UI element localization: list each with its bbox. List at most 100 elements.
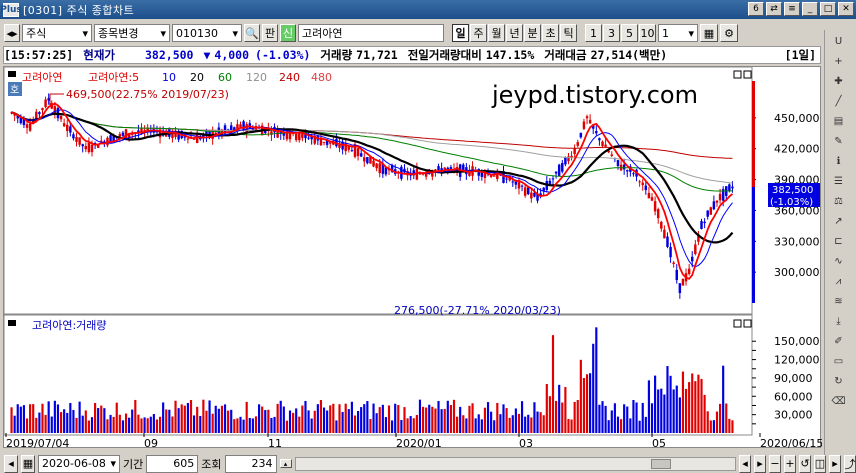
volume-bar — [276, 403, 279, 433]
interval-button-3[interactable]: 3 — [603, 24, 620, 42]
spin-up-icon[interactable]: ▴ — [279, 459, 292, 468]
zoom-in-icon[interactable]: + — [784, 454, 796, 473]
volume-bar — [663, 394, 666, 433]
volume-bar — [214, 405, 217, 433]
volume-label: 거래량 — [320, 48, 353, 62]
wave-icon[interactable]: ∿ — [828, 252, 850, 271]
candle-body — [366, 157, 369, 164]
measure-icon[interactable]: ⊏ — [828, 232, 850, 251]
interval-button-10[interactable]: 10 — [639, 24, 656, 42]
period-input[interactable]: 605 — [146, 454, 199, 473]
volume-bar — [691, 373, 694, 433]
period-tab-3[interactable]: 년 — [506, 24, 523, 42]
scroll-end-icon[interactable]: ▸ — [829, 454, 841, 473]
volume-bar — [372, 403, 375, 433]
interval-button-5[interactable]: 5 — [621, 24, 638, 42]
scroll-left-icon[interactable]: ◂ — [4, 454, 18, 473]
zigzag-icon[interactable]: ⩘ — [828, 272, 850, 291]
chart-svg[interactable]: 고려아연 고려아연:5 10 20 60 120 240 480 호 469,5… — [3, 66, 823, 450]
settings-icon[interactable]: ≡ — [784, 2, 800, 16]
export-icon[interactable]: ⤴ — [844, 454, 856, 473]
volume-bar — [19, 406, 22, 433]
crosshair-icon[interactable]: ✚ — [828, 72, 850, 91]
scrollbar-thumb[interactable] — [650, 458, 671, 469]
screen-number-badge[interactable]: 6 — [748, 2, 764, 16]
x-tick-label: 03 — [519, 437, 533, 449]
volume-bar — [613, 403, 616, 433]
drawing-icon[interactable]: ✐ — [828, 332, 850, 351]
price-scroll-down-bar[interactable] — [752, 187, 755, 303]
calendar-icon[interactable]: ▦ — [21, 454, 35, 473]
link-icon[interactable]: ⇄ — [766, 2, 782, 16]
prev-volume-pct: 147.15% — [485, 48, 535, 62]
volume-bar — [38, 412, 41, 433]
scroll-right-btn[interactable]: ▸ — [754, 454, 766, 473]
volume-bar — [168, 409, 171, 433]
zoom-out-icon[interactable]: − — [769, 454, 781, 473]
period-tab-2[interactable]: 월 — [488, 24, 505, 42]
new-button[interactable]: 신 — [280, 24, 296, 42]
period-tab-4[interactable]: 분 — [524, 24, 541, 42]
eraser-icon[interactable]: ⌫ — [828, 392, 850, 411]
volume-bar — [217, 408, 220, 433]
search-icon[interactable]: 🔍 — [244, 24, 260, 42]
candle-body — [551, 178, 555, 180]
gear-icon[interactable]: ⚙ — [720, 24, 738, 42]
view-count-input[interactable]: 234 — [224, 454, 277, 473]
volume-bar — [223, 404, 227, 433]
legend-stock-name: 고려아연 — [22, 71, 62, 84]
indicator-icon[interactable]: ℹ — [828, 152, 850, 171]
volume-bar — [121, 420, 125, 433]
market-select[interactable]: 주식 ▾ — [22, 24, 92, 42]
panel-handle-icon[interactable] — [8, 320, 16, 326]
quote-change: 4,000 — [214, 48, 250, 62]
volume-bar — [638, 420, 641, 433]
date-input[interactable]: 2020-06-08 ▾ — [38, 454, 120, 473]
period-tab-5[interactable]: 초 — [542, 24, 559, 42]
span-label[interactable]: [1일] — [785, 47, 816, 63]
restore-icon[interactable]: ↺ — [799, 454, 811, 473]
volume-bar — [480, 419, 483, 433]
candle-body — [344, 142, 347, 152]
fit-icon[interactable]: ◫ — [814, 454, 826, 473]
volume-bar — [47, 401, 50, 433]
volume-bar — [63, 409, 66, 433]
pan-button[interactable]: 판 — [262, 24, 278, 42]
horizontal-scrollbar[interactable] — [294, 456, 736, 471]
compare-icon[interactable]: ⚖ — [828, 192, 850, 211]
note-icon[interactable]: ▭ — [828, 352, 850, 371]
code-input[interactable]: 010130 ▾ — [172, 24, 242, 42]
candle-body — [87, 142, 91, 153]
prev-arrow-icon[interactable]: ◂▸ — [4, 24, 20, 42]
volume-bar — [397, 405, 400, 433]
volume-bar — [344, 403, 347, 433]
panel-handle-icon[interactable] — [8, 71, 16, 77]
pencil-icon[interactable]: ✎ — [828, 132, 850, 151]
volume-tick-label: 150,000 — [774, 335, 820, 348]
volume-bar — [248, 417, 251, 433]
maximize-icon[interactable]: □ — [820, 2, 836, 16]
plus-tool-icon[interactable]: + — [828, 52, 850, 71]
scroll-left-btn[interactable]: ◂ — [739, 454, 751, 473]
interval-button-1[interactable]: 1 — [585, 24, 602, 42]
refresh-icon[interactable]: ↻ — [828, 372, 850, 391]
search-mode-select[interactable]: 종목변경 ▾ — [94, 24, 170, 42]
minimize-icon[interactable]: _ — [802, 2, 818, 16]
trendline-icon[interactable]: ╱ — [828, 92, 850, 111]
period-tab-6[interactable]: 틱 — [560, 24, 577, 42]
chart-type-icon[interactable]: ▤ — [828, 112, 850, 131]
count-select[interactable]: 1 ▾ — [658, 24, 698, 42]
list-icon[interactable]: ☰ — [828, 172, 850, 191]
close-icon[interactable]: ✕ — [838, 2, 854, 16]
period-tab-0[interactable]: 일 — [452, 24, 469, 42]
period-tab-1[interactable]: 주 — [470, 24, 487, 42]
fib-icon[interactable]: ≋ — [828, 292, 850, 311]
chart-area[interactable]: 고려아연 고려아연:5 10 20 60 120 240 480 호 469,5… — [3, 66, 823, 450]
grid-icon[interactable]: ▦ — [700, 24, 718, 42]
candle-body — [706, 210, 709, 217]
volume-bar — [56, 404, 60, 433]
download-icon[interactable]: ⤓ — [828, 312, 850, 331]
candle-body — [511, 181, 515, 183]
u-tool-icon[interactable]: U — [828, 32, 850, 51]
auto-icon[interactable]: ↗ — [828, 212, 850, 231]
